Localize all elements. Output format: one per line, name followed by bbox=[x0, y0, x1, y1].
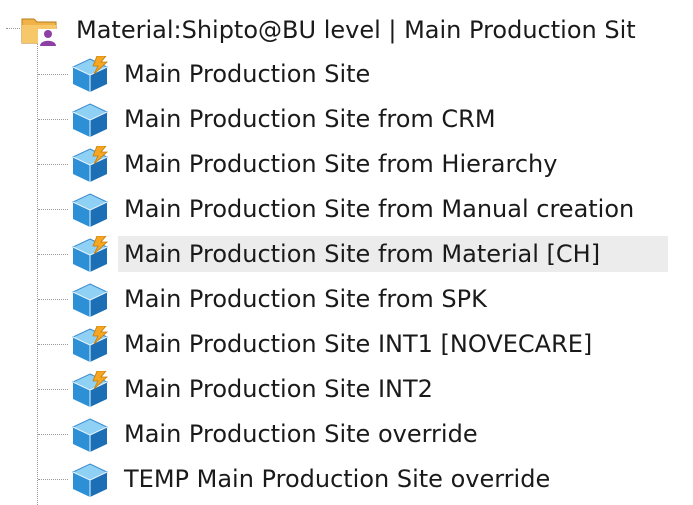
tree-item[interactable]: Main Production Site from Manual creatio… bbox=[0, 187, 693, 231]
tree-root-label: Material:Shipto@BU level | Main Producti… bbox=[76, 16, 636, 44]
tree-item-label: Main Production Site override bbox=[124, 420, 478, 448]
material-tree: Material:Shipto@BU level | Main Producti… bbox=[0, 0, 693, 505]
tree-connector bbox=[38, 344, 68, 345]
tree-item[interactable]: Main Production Site override bbox=[0, 412, 693, 456]
cube-lightning-icon bbox=[70, 145, 110, 184]
tree-item-label: Main Production Site from Manual creatio… bbox=[124, 195, 635, 223]
cube-lightning-icon bbox=[70, 55, 110, 94]
tree-item-label: Main Production Site from SPK bbox=[124, 285, 487, 313]
tree-item[interactable]: Main Production Site INT2 bbox=[0, 367, 693, 411]
tree-connector bbox=[38, 389, 68, 390]
tree-item-label: Main Production Site INT2 bbox=[124, 375, 433, 403]
tree-item[interactable]: Main Production Site from SPK bbox=[0, 277, 693, 321]
tree-item[interactable]: TEMP Main Production Site override bbox=[0, 457, 693, 501]
cube-icon bbox=[70, 101, 110, 139]
tree-connector bbox=[38, 119, 68, 120]
tree-item-label: TEMP Main Production Site override bbox=[124, 465, 551, 493]
tree-item-label: Main Production Site bbox=[124, 60, 371, 88]
cube-icon bbox=[70, 461, 110, 499]
tree-item-label: Main Production Site INT1 [NOVECARE] bbox=[124, 330, 593, 358]
tree-item-label: Main Production Site from Material [CH] bbox=[118, 236, 668, 272]
folder-user-icon bbox=[20, 13, 60, 47]
tree-item[interactable]: Main Production Site from CRM bbox=[0, 97, 693, 141]
cube-icon bbox=[70, 416, 110, 454]
cube-icon bbox=[70, 191, 110, 229]
tree-connector bbox=[38, 164, 68, 165]
cube-icon bbox=[70, 281, 110, 319]
tree-connector bbox=[38, 74, 68, 75]
tree-root-node[interactable]: Material:Shipto@BU level | Main Producti… bbox=[0, 8, 693, 50]
tree-item-selected[interactable]: Main Production Site from Material [CH] bbox=[0, 232, 693, 276]
tree-item[interactable]: Main Production Site bbox=[0, 52, 693, 96]
tree-connector bbox=[38, 299, 68, 300]
cube-lightning-icon bbox=[70, 235, 110, 274]
tree-item[interactable]: Main Production Site from Hierarchy bbox=[0, 142, 693, 186]
tree-item-label: Main Production Site from Hierarchy bbox=[124, 150, 558, 178]
tree-connector bbox=[38, 434, 68, 435]
tree-item[interactable]: Main Production Site INT1 [NOVECARE] bbox=[0, 322, 693, 366]
tree-connector bbox=[38, 479, 68, 480]
cube-lightning-icon bbox=[70, 325, 110, 364]
tree-item-label: Main Production Site from CRM bbox=[124, 105, 496, 133]
cube-lightning-icon bbox=[70, 370, 110, 409]
tree-connector bbox=[38, 254, 68, 255]
tree-connector bbox=[38, 209, 68, 210]
